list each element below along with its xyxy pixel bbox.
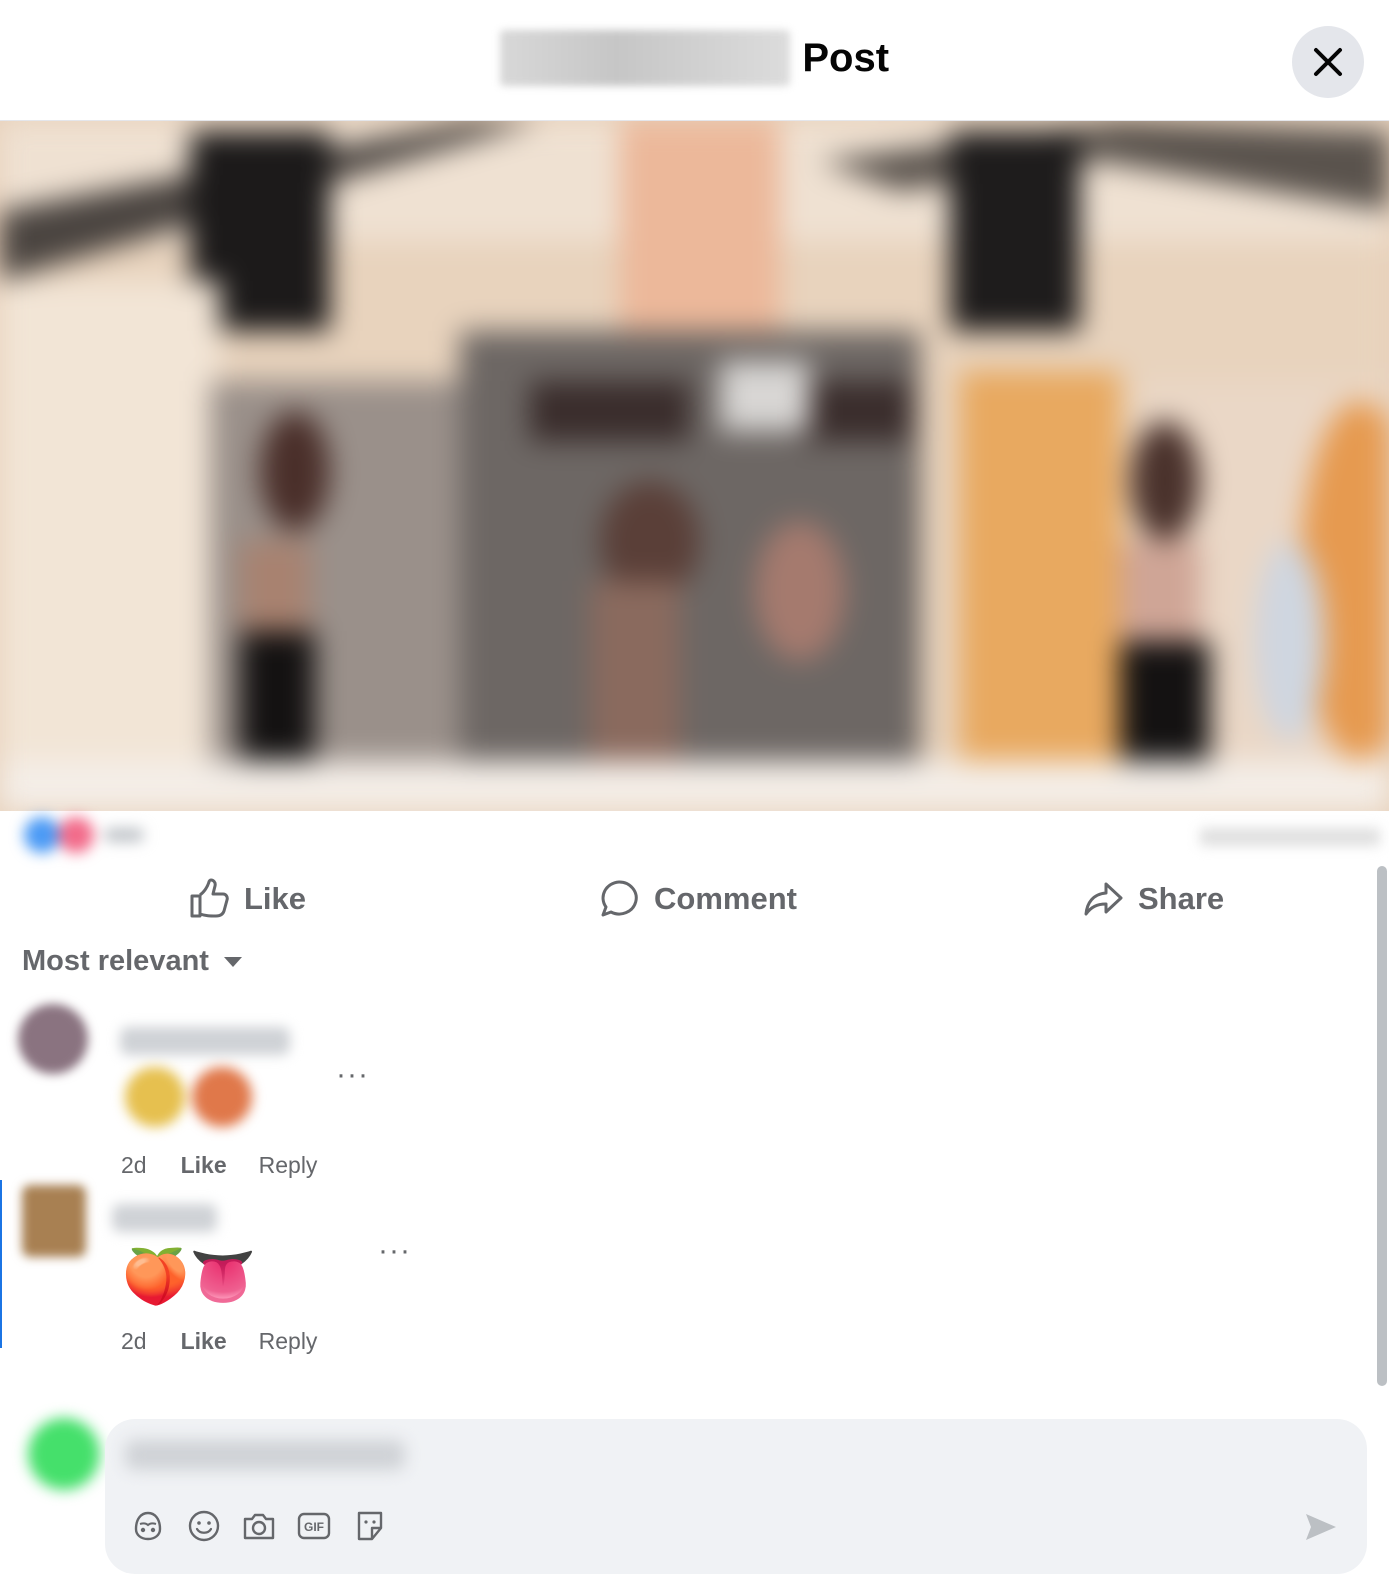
commenter-avatar[interactable] — [18, 1004, 88, 1074]
commenter-name-blurred[interactable] — [112, 1204, 217, 1232]
dialog-title: Post — [802, 35, 890, 80]
caret-down-icon — [223, 956, 242, 967]
avatar-sticker-icon — [134, 1511, 162, 1541]
share-button[interactable]: Share — [1082, 866, 1224, 932]
camera-icon — [243, 1513, 275, 1540]
reactions-summary[interactable] — [0, 806, 1389, 864]
emoji-button[interactable] — [184, 1506, 224, 1546]
sort-label: Most relevant — [22, 945, 209, 977]
comment-input-placeholder-blurred[interactable] — [125, 1440, 405, 1470]
post-dialog-header: Post — [0, 0, 1389, 121]
comment-meta: 2d Like Reply — [121, 1152, 317, 1179]
send-icon — [1306, 1514, 1336, 1540]
highlight-accent — [0, 1180, 2, 1348]
comment-like-button[interactable]: Like — [181, 1328, 227, 1355]
comment-meta: 2d Like Reply — [121, 1328, 317, 1355]
comment-reply-button[interactable]: Reply — [259, 1328, 318, 1355]
like-label: Like — [244, 881, 307, 916]
dialog-title-wrap: Post — [0, 30, 1389, 86]
avatar-sticker-button[interactable] — [128, 1506, 168, 1546]
share-icon — [1084, 882, 1123, 916]
comment-label: Comment — [654, 881, 797, 916]
close-icon — [1314, 48, 1342, 76]
comments-count-blurred — [1200, 828, 1380, 846]
gif-button[interactable]: GIF — [294, 1506, 334, 1546]
emoji-icon — [188, 1510, 220, 1542]
send-button[interactable] — [1300, 1506, 1342, 1548]
sort-comments-dropdown[interactable]: Most relevant — [22, 945, 243, 978]
scrollbar[interactable] — [1377, 866, 1387, 1386]
commenter-avatar[interactable] — [22, 1185, 86, 1257]
comment-more-button[interactable]: ··· — [378, 1234, 411, 1268]
blurred-photo — [0, 121, 1389, 811]
blurred-emoji-reply — [125, 1067, 252, 1127]
sticker-button[interactable] — [350, 1506, 390, 1546]
like-icon — [190, 878, 229, 918]
reaction-icons — [24, 817, 144, 853]
like-button[interactable]: Like — [188, 866, 306, 932]
comment-text: 🍑👅 — [122, 1247, 257, 1307]
blurred-author-name — [499, 30, 790, 86]
gif-icon: GIF — [297, 1512, 331, 1540]
comment-like-button[interactable]: Like — [181, 1152, 227, 1179]
svg-text:GIF: GIF — [304, 1520, 324, 1534]
current-user-avatar — [28, 1418, 100, 1490]
comment-more-button[interactable]: ··· — [336, 1058, 369, 1092]
comment-reply-button[interactable]: Reply — [259, 1152, 318, 1179]
comment-time[interactable]: 2d — [121, 1328, 147, 1355]
sticker-icon — [357, 1511, 383, 1541]
comment-time[interactable]: 2d — [121, 1152, 147, 1179]
post-media[interactable] — [0, 121, 1389, 811]
post-action-bar: Like Comment Share — [0, 866, 1372, 932]
comment-button[interactable]: Comment — [598, 866, 797, 932]
commenter-name-blurred[interactable] — [120, 1027, 290, 1055]
share-label: Share — [1138, 881, 1225, 916]
camera-button[interactable] — [239, 1506, 279, 1546]
comment-icon — [601, 880, 638, 917]
close-button[interactable] — [1292, 26, 1364, 98]
